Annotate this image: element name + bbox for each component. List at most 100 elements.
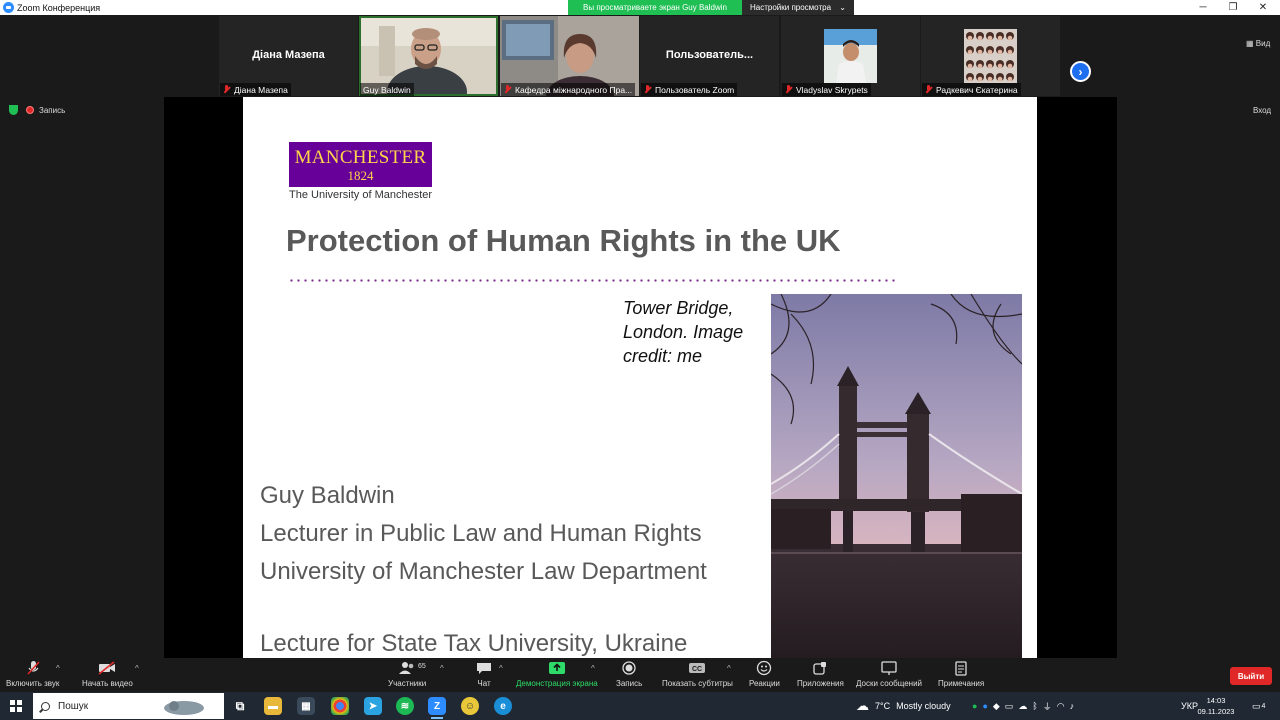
onedrive-icon: ☁ [1018, 700, 1033, 711]
chevron-up-icon[interactable]: ^ [499, 664, 503, 673]
author-position: Lecturer in Public Law and Human Rights [260, 520, 702, 547]
subtitles-button[interactable]: CC Показать субтитры [662, 660, 733, 688]
minimize-icon[interactable]: ─ [1188, 0, 1218, 15]
meeting-toolbar: Включить звук ^ Начать видео ^ Участники… [0, 658, 1280, 692]
notifications-button[interactable]: ▭ 4 [1252, 692, 1265, 720]
chevron-up-icon[interactable]: ^ [591, 664, 595, 673]
close-icon[interactable]: ✕ [1248, 0, 1278, 15]
record-button[interactable]: Запись [616, 660, 642, 688]
whiteboards-button[interactable]: Доски сообщений [856, 660, 922, 688]
taskbar-search-placeholder: Пошук [58, 700, 89, 712]
university-logo: MANCHESTER 1824 [289, 142, 432, 187]
view-button[interactable]: ▦ Вид [1246, 39, 1270, 48]
logo-subtitle: The University of Manchester [289, 189, 433, 201]
record-label: Запись [616, 679, 643, 688]
chevron-up-icon[interactable]: ^ [440, 664, 444, 673]
speaker-icon: ♪ [1069, 701, 1080, 711]
view-button-label: Вид [1255, 39, 1271, 48]
participant-tile-speaker[interactable]: Guy Baldwin [359, 16, 498, 96]
cc-icon: CC [687, 660, 707, 676]
author-name: Guy Baldwin [260, 482, 395, 509]
mic-muted-icon [785, 85, 792, 94]
notes-icon [951, 660, 971, 676]
video-off-icon [97, 660, 117, 676]
leave-meeting-button[interactable]: Выйти [1230, 667, 1272, 685]
zoom-app-icon [3, 2, 14, 13]
chrome-icon[interactable] [331, 697, 349, 715]
participant-label: Guy Baldwin [360, 83, 414, 96]
task-view-icon[interactable]: ⧉ [231, 697, 249, 715]
chevron-up-icon[interactable]: ^ [727, 664, 731, 673]
shield-icon[interactable] [9, 105, 18, 115]
notes-button[interactable]: Примечания [938, 660, 984, 688]
unmute-button[interactable]: Включить звук [6, 660, 59, 688]
mic-off-icon [23, 660, 43, 676]
recording-label: Запись [39, 105, 66, 115]
participant-tile[interactable]: Радкевич Єкатерина [921, 16, 1060, 96]
file-explorer-icon[interactable]: ▬ [264, 697, 282, 715]
presentation-slide: MANCHESTER 1824 The University of Manche… [243, 97, 1037, 658]
reactions-button[interactable]: Реакции [749, 660, 780, 688]
participant-label-text: Діана Мазепа [234, 84, 288, 95]
screen-share-banner: Вы просматриваете экран Guy Baldwin [568, 0, 742, 15]
next-page-button[interactable]: › [1070, 61, 1091, 82]
windows-start-icon[interactable] [10, 700, 22, 712]
start-video-label: Начать видео [82, 679, 133, 688]
participant-tile[interactable]: Vladyslav Skrypets [781, 16, 920, 96]
participant-tile[interactable]: Діана Мазепа Діана Мазепа [219, 16, 358, 96]
start-video-button[interactable]: Начать видео [82, 660, 133, 688]
participant-label-text: Vladyslav Skrypets [796, 84, 868, 95]
taskbar-search[interactable]: Пошук [33, 693, 224, 719]
share-screen-button[interactable]: Демонстрация экрана [516, 660, 598, 688]
chat-button[interactable]: Чат [474, 660, 494, 688]
whiteboards-label: Доски сообщений [856, 679, 923, 688]
participant-label: Радкевич Єкатерина [922, 83, 1021, 96]
mic-muted-icon [644, 85, 651, 94]
participant-label-text: Guy Baldwin [363, 84, 411, 95]
chat-icon [474, 660, 494, 676]
edge-icon[interactable]: e [494, 697, 512, 715]
svg-text:CC: CC [692, 666, 702, 673]
view-options-label: Настройки просмотра [750, 3, 832, 12]
tower-bridge-photo [771, 294, 1022, 658]
chevron-down-icon: ⌄ [839, 3, 846, 12]
clock-time: 14:03 [1206, 696, 1226, 705]
messenger-icon[interactable]: ☺ [461, 697, 479, 715]
logo-year: 1824 [347, 168, 374, 183]
participant-tile[interactable]: Пользователь... Пользователь Zoom [640, 16, 779, 96]
reactions-label: Реакции [749, 679, 780, 688]
system-clock[interactable]: 14:03 09.11.2023 [1196, 695, 1236, 717]
weather-widget[interactable]: ☁ 7°C Mostly cloudy [856, 692, 951, 720]
window-title: Zoom Конференция [17, 2, 101, 13]
battery-icon: ▭ [1004, 700, 1019, 711]
chevron-right-icon: › [1078, 64, 1083, 79]
participant-name: Пользователь... [665, 49, 754, 61]
participant-tile[interactable]: Кафедра міжнародного Пра... [500, 16, 639, 96]
chevron-up-icon[interactable]: ^ [135, 664, 139, 673]
image-credit: Tower Bridge, London. Image credit: me [623, 298, 744, 366]
slide-title: Protection of Human Rights in the UK [286, 223, 841, 258]
record-icon [619, 660, 639, 676]
view-options-button[interactable]: Настройки просмотра ⌄ [742, 0, 854, 15]
zoom-taskbar-icon[interactable]: Z [428, 697, 446, 719]
weather-temp: 7°C [875, 701, 891, 711]
store-icon[interactable]: ▦ [297, 697, 315, 715]
search-highlight-icon [164, 701, 205, 715]
mic-muted-icon [504, 85, 511, 94]
telegram-icon[interactable]: ➤ [364, 697, 382, 715]
maximize-icon[interactable]: ❐ [1218, 0, 1248, 15]
participant-name: Діана Мазепа [252, 49, 325, 61]
exit-fullscreen-button[interactable]: Вход [1253, 104, 1271, 116]
chevron-up-icon[interactable]: ^ [56, 664, 60, 673]
logo-word: MANCHESTER [294, 147, 427, 168]
bluetooth-icon: ᛒ [1032, 701, 1043, 711]
subtitles-label: Показать субтитры [662, 679, 733, 688]
mic-muted-icon [223, 85, 230, 94]
spotify-icon[interactable]: ≋ [396, 697, 414, 715]
author-block: Guy Baldwin Lecturer in Public Law and H… [260, 477, 707, 591]
cloud-icon: ☁ [856, 698, 869, 713]
apps-button[interactable]: Приложения [797, 660, 844, 688]
apps-icon [810, 660, 830, 676]
system-tray-icons[interactable]: ● ● ◆ ▭ ☁ ᛒ ⏚ ◠ ♪ [972, 692, 1079, 720]
participants-count: 65 [418, 663, 426, 670]
